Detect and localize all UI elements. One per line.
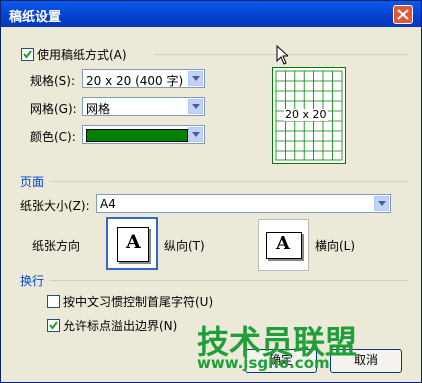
dropdown-arrow-icon[interactable]: [188, 99, 203, 114]
orientation-label: 纸张方向: [32, 239, 81, 253]
page-section-title: 页面: [20, 175, 45, 189]
grid-label: 网格(G):: [30, 102, 77, 116]
spec-value: 20 x 20 (400 字): [86, 74, 184, 88]
landscape-button[interactable]: A: [258, 219, 309, 271]
linebreak-section-title: 换行: [20, 274, 45, 288]
option-chinese-rules-checkbox[interactable]: [47, 295, 60, 308]
paper-size-value: A4: [100, 197, 116, 211]
grid-value: 网格: [86, 102, 111, 116]
landscape-page-icon: A: [266, 232, 302, 259]
dialog-window: 稿纸设置 使用稿纸方式(A) 规格(S): 20 x 20 (400 字) 网格…: [0, 0, 422, 383]
dropdown-arrow-icon[interactable]: [188, 71, 203, 86]
color-swatch: [86, 129, 188, 142]
watermark-url: www.jsgho.com: [197, 354, 330, 372]
checkmark-icon: [23, 50, 32, 59]
use-manuscript-checkbox[interactable]: [21, 48, 34, 61]
paper-size-label: 纸张大小(Z):: [20, 199, 90, 213]
title-bar[interactable]: 稿纸设置: [1, 1, 421, 27]
cancel-button-label: 取消: [353, 353, 378, 367]
dropdown-arrow-icon[interactable]: [188, 127, 203, 142]
landscape-label: 横向(L): [315, 239, 356, 253]
divider: [50, 181, 408, 182]
preview-label: 20 x 20: [284, 108, 328, 121]
color-label: 颜色(C):: [30, 130, 76, 144]
spec-label: 规格(S):: [30, 74, 76, 88]
option-chinese-rules-label: 按中文习惯控制首尾字符(U): [63, 295, 214, 309]
dropdown-arrow-icon[interactable]: [374, 196, 389, 211]
close-icon: [397, 9, 409, 20]
portrait-button[interactable]: A: [106, 217, 158, 270]
paper-size-select[interactable]: A4: [96, 194, 391, 213]
color-select[interactable]: [82, 125, 205, 144]
grid-select[interactable]: 网格: [82, 97, 205, 116]
portrait-label: 纵向(T): [164, 239, 205, 253]
portrait-page-icon: A: [117, 227, 149, 262]
window-title: 稿纸设置: [9, 10, 62, 25]
close-button[interactable]: [393, 5, 413, 24]
spec-select[interactable]: 20 x 20 (400 字): [82, 69, 205, 88]
divider: [50, 280, 408, 281]
mouse-cursor-icon: [276, 45, 288, 65]
option-punct-overflow-checkbox[interactable]: [47, 319, 60, 332]
checkmark-icon: [49, 321, 58, 330]
manuscript-preview: 20 x 20: [272, 67, 346, 164]
use-manuscript-label: 使用稿纸方式(A): [37, 48, 127, 62]
option-punct-overflow-label: 允许标点溢出边界(N): [63, 319, 178, 333]
